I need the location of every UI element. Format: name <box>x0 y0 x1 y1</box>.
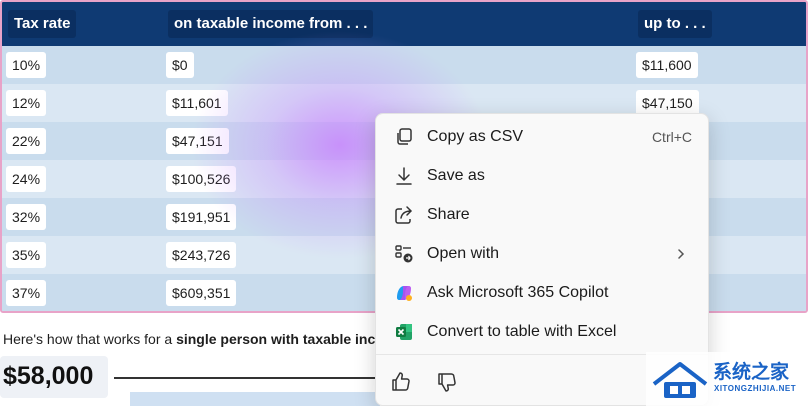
table-row: 10% $0 $11,600 <box>2 46 806 84</box>
menu-label: Convert to table with Excel <box>427 323 617 340</box>
menu-label: Share <box>427 206 470 223</box>
header-income-from: on taxable income from . . . <box>168 10 374 38</box>
bottom-strip <box>130 392 380 406</box>
cell-from: $47,151 <box>166 128 229 154</box>
menu-item-convert-excel[interactable]: Convert to table with Excel <box>380 314 706 350</box>
table-header-row: Tax rate on taxable income from . . . up… <box>2 2 806 46</box>
cell-from: $191,951 <box>166 204 237 230</box>
cell-rate: 24% <box>6 166 47 192</box>
thumbs-down-icon <box>438 373 456 392</box>
excel-icon <box>396 324 412 340</box>
cell-from: $100,526 <box>166 166 237 192</box>
copy-icon <box>397 128 412 145</box>
header-tax-rate: Tax rate <box>8 10 77 38</box>
menu-item-ask-copilot[interactable]: Ask Microsoft 365 Copilot <box>380 275 706 311</box>
share-icon <box>395 206 413 224</box>
amount-rule <box>114 377 376 379</box>
cell-from: $0 <box>166 52 194 78</box>
cell-to: $11,600 <box>636 52 698 78</box>
header-up-to: up to . . . <box>638 10 712 38</box>
menu-label: Copy as CSV <box>427 128 524 145</box>
watermark-logo <box>652 362 708 398</box>
menu-item-share[interactable]: Share <box>380 197 706 233</box>
menu-label: Open with <box>427 245 500 262</box>
watermark-title: 系统之家 <box>713 362 790 383</box>
download-icon <box>396 167 412 185</box>
menu-label: Save as <box>427 167 485 184</box>
cell-rate: 10% <box>6 52 47 78</box>
menu-label: Ask Microsoft 365 Copilot <box>427 284 609 301</box>
chevron-right-icon <box>678 249 685 259</box>
cell-rate: 32% <box>6 204 47 230</box>
cell-rate: 22% <box>6 128 47 154</box>
watermark-subtitle: XITONGZHIJIA.NET <box>714 384 797 393</box>
thumbs-down-button[interactable] <box>432 367 462 397</box>
explanation-prefix: Here's how that works for a <box>3 331 177 347</box>
explanation-text: Here's how that works for a single perso… <box>3 331 375 347</box>
thumbs-up-icon <box>392 372 410 391</box>
cell-rate: 37% <box>6 280 47 306</box>
cell-from: $609,351 <box>166 280 237 306</box>
menu-item-copy-as-csv[interactable]: Copy as CSV Ctrl+C <box>380 119 706 155</box>
copilot-icon <box>397 286 412 301</box>
cell-rate: 35% <box>6 242 47 268</box>
cell-rate: 12% <box>6 90 47 116</box>
thumbs-up-button[interactable] <box>386 367 416 397</box>
explanation-bold: single person with taxable inc <box>176 331 376 347</box>
menu-item-save-as[interactable]: Save as <box>380 158 706 194</box>
cell-from: $11,601 <box>166 90 228 116</box>
open-with-icon <box>395 245 413 263</box>
income-amount: $58,000 <box>3 362 94 390</box>
menu-shortcut: Ctrl+C <box>651 129 692 145</box>
cell-from: $243,726 <box>166 242 237 268</box>
menu-item-open-with[interactable]: Open with <box>380 236 706 272</box>
